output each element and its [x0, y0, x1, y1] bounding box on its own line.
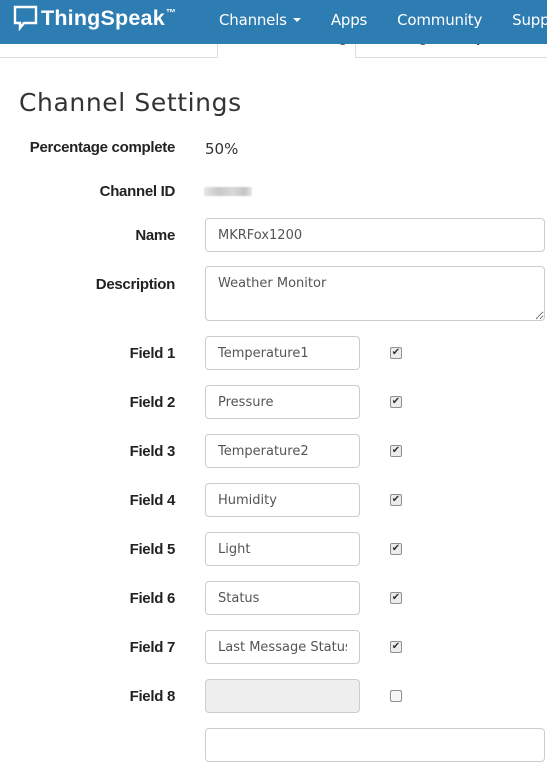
field-1-label: Field 1 [129, 345, 176, 362]
nav-apps[interactable]: Apps [331, 11, 368, 29]
field-4-label: Field 4 [129, 492, 176, 509]
field-7-input[interactable] [205, 630, 360, 664]
channel-id-label: Channel ID [99, 183, 176, 200]
field-2-label: Field 2 [129, 394, 176, 411]
page-title: Channel Settings [19, 88, 242, 117]
checkmark-icon: ✔ [391, 494, 401, 505]
metadata-input[interactable] [205, 728, 545, 762]
checkmark-icon: ✔ [391, 592, 401, 603]
percentage-value: 50% [205, 140, 239, 158]
field-3-input[interactable] [205, 434, 360, 468]
field-2-input[interactable] [205, 385, 360, 419]
caret-down-icon [292, 18, 301, 22]
trademark: ™ [165, 7, 177, 19]
field-4-checkbox[interactable]: ✔ [390, 494, 402, 506]
field-3-label: Field 3 [129, 443, 176, 460]
description-textarea[interactable]: Weather Monitor [205, 266, 545, 321]
field-5-checkbox[interactable]: ✔ [390, 543, 402, 555]
checkmark-icon: ✔ [391, 396, 401, 407]
field-8-input[interactable] [205, 679, 360, 713]
brand-name: ThingSpeak™ [41, 5, 177, 30]
field-5-label: Field 5 [129, 541, 176, 558]
field-2-checkbox[interactable]: ✔ [390, 396, 402, 408]
checkmark-icon: ✔ [391, 445, 401, 456]
checkmark-icon: ✔ [391, 347, 401, 358]
field-1-checkbox[interactable]: ✔ [390, 347, 402, 359]
field-8-label: Field 8 [129, 688, 176, 705]
field-5-input[interactable] [205, 532, 360, 566]
field-7-checkbox[interactable]: ✔ [390, 641, 402, 653]
field-1-input[interactable] [205, 336, 360, 370]
field-6-checkbox[interactable]: ✔ [390, 592, 402, 604]
speech-bubble-icon [13, 5, 38, 31]
description-label: Description [95, 276, 176, 293]
top-navbar: ThingSpeak™ Channels Apps Community Supp… [0, 0, 547, 44]
field-7-label: Field 7 [129, 639, 176, 656]
percentage-label: Percentage complete [29, 139, 176, 156]
nav-channels[interactable]: Channels [219, 11, 301, 29]
field-8-checkbox[interactable] [390, 690, 402, 702]
checkmark-icon: ✔ [391, 543, 401, 554]
nav-support[interactable]: Support [512, 11, 547, 29]
field-6-input[interactable] [205, 581, 360, 615]
main-nav: Channels Apps Community Support [219, 11, 547, 29]
nav-community[interactable]: Community [397, 11, 482, 29]
name-label: Name [135, 227, 175, 244]
channel-id-value-redacted [204, 187, 252, 196]
checkmark-icon: ✔ [391, 641, 401, 652]
field-4-input[interactable] [205, 483, 360, 517]
field-6-label: Field 6 [129, 590, 176, 607]
field-3-checkbox[interactable]: ✔ [390, 445, 402, 457]
name-input[interactable] [205, 218, 545, 252]
thingspeak-logo[interactable]: ThingSpeak™ [13, 5, 176, 31]
